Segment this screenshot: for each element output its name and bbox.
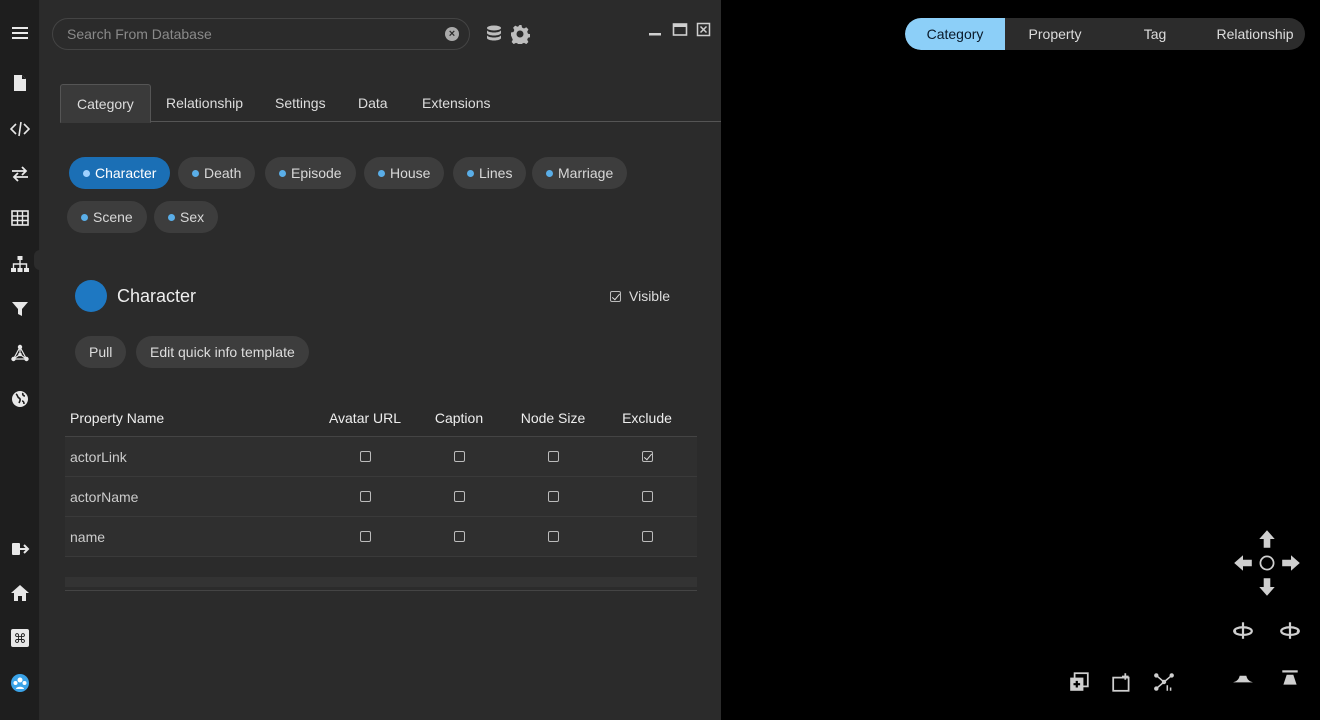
close-icon[interactable] [696, 22, 712, 38]
command-icon[interactable]: ⌘ [8, 626, 32, 650]
view-mode-relationship[interactable]: Relationship [1205, 18, 1305, 50]
filter-icon[interactable] [8, 297, 32, 321]
chip-death[interactable]: Death [178, 157, 256, 189]
pan-up-icon[interactable] [1255, 527, 1279, 551]
chip-episode[interactable]: Episode [265, 157, 356, 189]
svg-text:⌘: ⌘ [14, 632, 27, 647]
search-box: × [52, 18, 470, 50]
visible-toggle[interactable]: Visible [610, 288, 670, 304]
logout-icon[interactable] [8, 537, 32, 561]
tab-data[interactable]: Data [342, 84, 404, 122]
table-icon[interactable] [8, 206, 32, 230]
avatar-url-checkbox[interactable] [359, 531, 371, 542]
chip-lines[interactable]: Lines [453, 157, 527, 189]
code-icon[interactable] [8, 117, 32, 141]
pan-down-icon[interactable] [1255, 575, 1279, 599]
reset-view-icon[interactable] [1255, 551, 1279, 575]
tab-extensions[interactable]: Extensions [406, 84, 506, 122]
exclude-checkbox[interactable] [641, 451, 653, 462]
header-node-size: Node Size [520, 410, 586, 426]
header-avatar-url: Avatar URL [328, 410, 402, 426]
visible-label: Visible [629, 288, 670, 304]
node-size-checkbox[interactable] [547, 491, 559, 502]
chip-character[interactable]: Character [69, 157, 171, 189]
caption-checkbox[interactable] [453, 491, 465, 502]
gear-icon[interactable] [510, 24, 531, 47]
table-row: name [65, 517, 697, 557]
network-icon[interactable] [8, 341, 32, 365]
globe-icon[interactable] [8, 387, 32, 411]
view-mode-category[interactable]: Category [905, 18, 1005, 50]
node-size-checkbox[interactable] [547, 451, 559, 462]
header-exclude: Exclude [622, 410, 672, 426]
add-node-icon[interactable] [1067, 670, 1091, 694]
chip-marriage[interactable]: Marriage [532, 157, 628, 189]
table-footer [65, 557, 697, 591]
view-mode-tag[interactable]: Tag [1105, 18, 1205, 50]
exclude-checkbox[interactable] [641, 491, 653, 502]
search-input[interactable] [67, 19, 437, 49]
tilt-up-icon[interactable] [1278, 666, 1302, 690]
layout-icon[interactable] [1152, 670, 1176, 694]
caption-checkbox[interactable] [453, 451, 465, 462]
property-name: actorLink [70, 448, 127, 465]
panel-tabs: Category Relationship Settings Data Exte… [60, 84, 721, 123]
pan-right-icon[interactable] [1279, 551, 1303, 575]
exclude-checkbox[interactable] [641, 531, 653, 542]
pan-left-icon[interactable] [1231, 551, 1255, 575]
property-table: Property Name Avatar URL Caption Node Si… [65, 400, 697, 591]
property-name: name [70, 528, 106, 545]
table-row: actorName [65, 477, 697, 517]
main-panel: × Category Relationship Settings Data Ex… [40, 0, 721, 720]
chip-sex[interactable]: Sex [154, 201, 219, 233]
table-scrollbar[interactable] [65, 577, 697, 587]
pull-button[interactable]: Pull [75, 336, 127, 368]
file-icon[interactable] [8, 71, 32, 95]
menu-icon[interactable] [8, 21, 32, 45]
category-title: Character [117, 286, 197, 306]
header-caption: Caption [434, 410, 484, 426]
visible-checkbox[interactable] [610, 290, 621, 302]
rotate-right-icon[interactable] [1278, 618, 1302, 642]
home-icon[interactable] [8, 581, 32, 605]
node-size-checkbox[interactable] [547, 531, 559, 542]
header-property-name: Property Name [70, 410, 165, 426]
exchange-icon[interactable] [8, 162, 32, 186]
table-header: Property Name Avatar URL Caption Node Si… [65, 400, 697, 437]
view-mode-property[interactable]: Property [1005, 18, 1105, 50]
avatar-url-checkbox[interactable] [359, 491, 371, 502]
caption-checkbox[interactable] [453, 531, 465, 542]
avatar-url-checkbox[interactable] [359, 451, 371, 462]
tab-relationship[interactable]: Relationship [150, 84, 259, 122]
clear-search-icon[interactable]: × [445, 27, 459, 41]
chip-house[interactable]: House [364, 157, 445, 189]
table-row: actorLink [65, 437, 697, 477]
edit-quick-info-button[interactable]: Edit quick info template [136, 336, 309, 368]
rotate-left-icon[interactable] [1231, 618, 1255, 642]
view-mode-switch: Category Property Tag Relationship [905, 18, 1305, 50]
minimize-icon[interactable] [647, 22, 663, 38]
hierarchy-icon[interactable] [8, 252, 32, 276]
tilt-down-icon[interactable] [1231, 666, 1255, 690]
icon-rail: ⌘ [0, 0, 44, 720]
maximize-icon[interactable] [672, 22, 688, 38]
users-icon[interactable] [8, 671, 32, 695]
category-color-swatch[interactable] [75, 280, 107, 312]
chip-scene[interactable]: Scene [67, 201, 147, 233]
tab-category[interactable]: Category [60, 84, 151, 123]
property-name: actorName [70, 488, 139, 505]
graph-canvas[interactable]: Category Property Tag Relationship [721, 0, 1320, 720]
database-icon[interactable] [484, 24, 504, 44]
expand-node-icon[interactable] [1110, 670, 1134, 694]
tab-settings[interactable]: Settings [259, 84, 342, 122]
